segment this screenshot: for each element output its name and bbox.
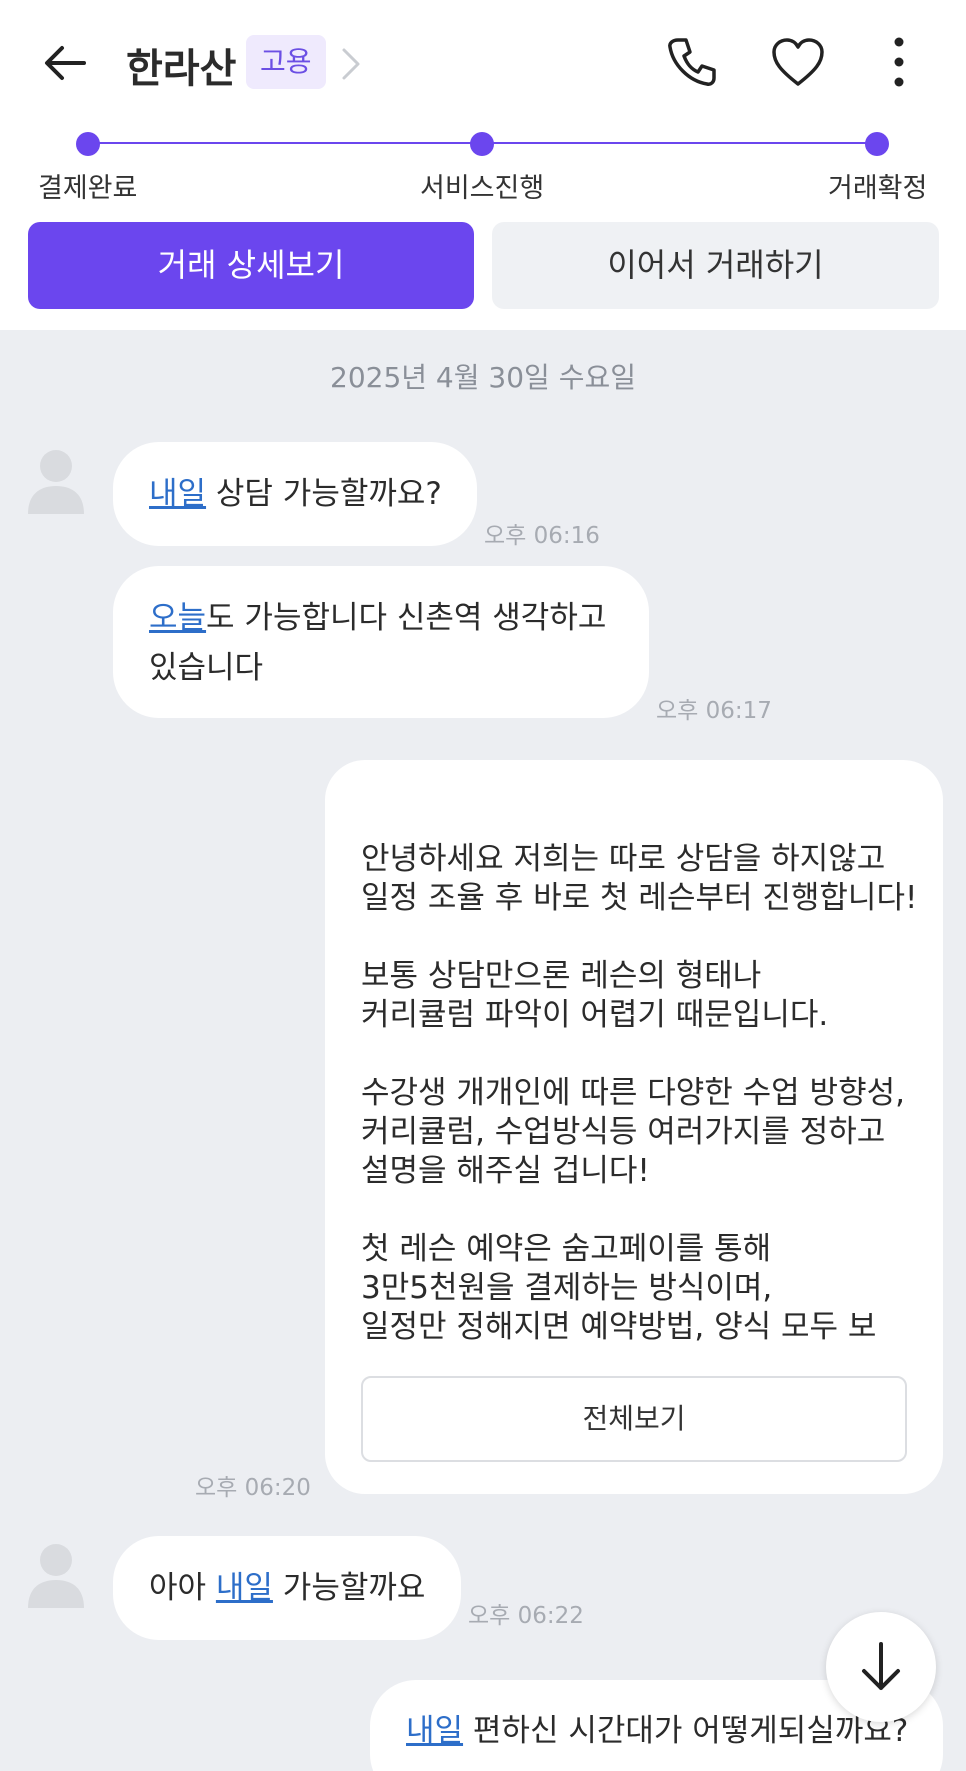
received-message: 오늘도 가능합니다 신촌역 생각하고 있습니다 xyxy=(113,566,649,718)
sent-message-long: 안녕하세요 저희는 따로 상담을 하지않고 일정 조율 후 바로 첫 레슨부터 … xyxy=(325,760,943,1494)
date-link[interactable]: 오늘 xyxy=(149,600,206,636)
message-text: 상담 가능할까요? xyxy=(206,476,442,512)
progress-step-in-service: 서비스진행 xyxy=(420,173,545,204)
message-time: 오후 06:16 xyxy=(484,523,600,549)
progress-step-paid: 결제완료 xyxy=(38,173,138,204)
message-text: 아아 xyxy=(149,1570,216,1606)
message-time: 오후 06:17 xyxy=(656,698,772,724)
arrow-down-icon xyxy=(862,1642,900,1690)
more-options-icon[interactable] xyxy=(884,34,914,90)
back-arrow-icon[interactable] xyxy=(40,38,90,88)
progress-step-confirmed: 거래확정 xyxy=(828,173,928,204)
transaction-detail-button[interactable]: 거래 상세보기 xyxy=(28,222,474,309)
status-badge: 고용 xyxy=(246,35,326,89)
transaction-progress: 결제완료 서비스진행 거래확정 xyxy=(0,128,966,218)
chat-area[interactable]: 2025년 4월 30일 수요일 내일 상담 가능할까요? 오후 06:16 오… xyxy=(0,330,966,1771)
continue-transaction-button[interactable]: 이어서 거래하기 xyxy=(492,222,939,309)
message-time: 오후 06:20 xyxy=(195,1475,311,1501)
view-full-button[interactable]: 전체보기 xyxy=(361,1376,907,1462)
message-text: 편하신 시간대가 어떻게되실까요? xyxy=(463,1713,909,1749)
message-text-line2: 있습니다 xyxy=(149,650,264,686)
message-text: 도 가능합니다 신촌역 생각하고 xyxy=(206,600,607,636)
date-link[interactable]: 내일 xyxy=(216,1570,273,1606)
phone-icon[interactable] xyxy=(664,34,720,90)
heart-icon[interactable] xyxy=(770,36,826,88)
chevron-right-icon[interactable] xyxy=(338,46,364,82)
received-message: 아아 내일 가능할까요 xyxy=(113,1536,461,1640)
date-link[interactable]: 내일 xyxy=(149,476,206,512)
progress-dot-confirmed xyxy=(865,132,889,156)
scroll-to-bottom-button[interactable] xyxy=(826,1612,936,1722)
message-text: 안녕하세요 저희는 따로 상담을 하지않고 일정 조율 후 바로 첫 레슨부터 … xyxy=(361,841,918,1345)
app-header: 한라산 고용 xyxy=(0,0,966,128)
progress-dot-in-service xyxy=(470,132,494,156)
received-message: 내일 상담 가능할까요? xyxy=(113,442,477,546)
progress-dot-paid xyxy=(76,132,100,156)
date-divider: 2025년 4월 30일 수요일 xyxy=(330,361,636,394)
avatar[interactable] xyxy=(26,446,86,514)
message-time: 오후 06:22 xyxy=(468,1603,584,1629)
chat-title[interactable]: 한라산 xyxy=(126,36,236,94)
date-link[interactable]: 내일 xyxy=(406,1713,463,1749)
message-text: 가능할까요 xyxy=(272,1570,426,1606)
avatar[interactable] xyxy=(26,1540,86,1608)
